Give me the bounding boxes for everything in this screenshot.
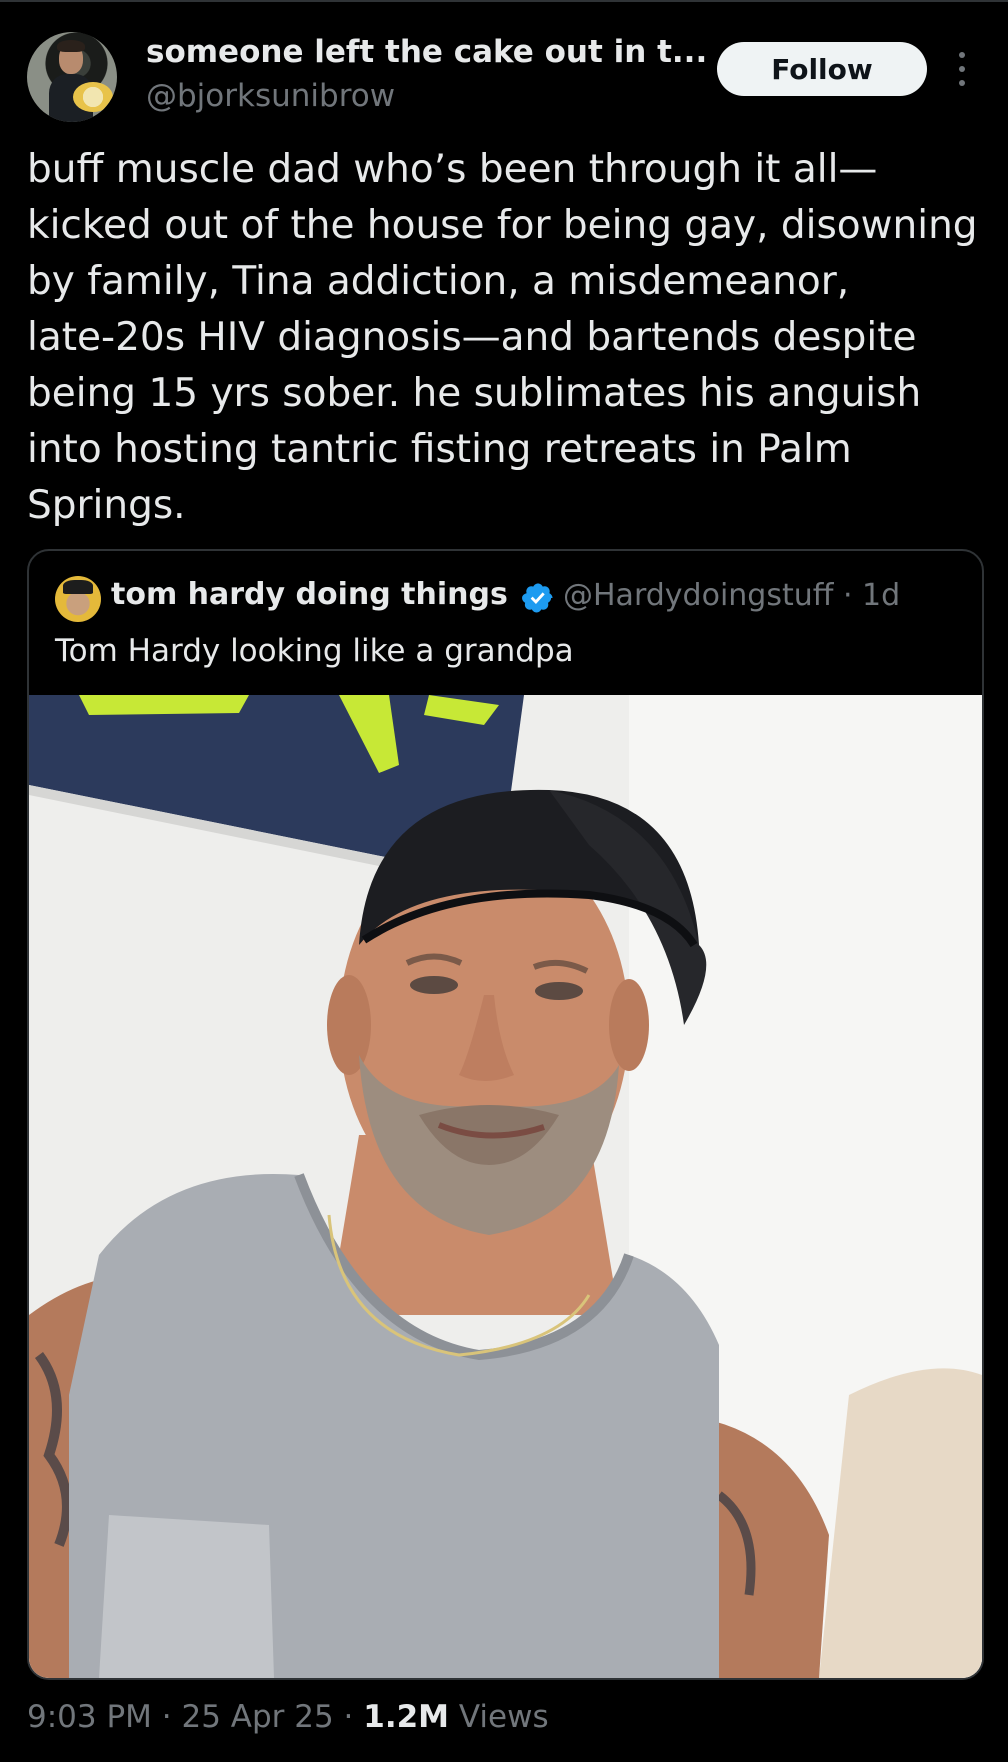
follow-button[interactable]: Follow [717, 42, 927, 96]
author-handle[interactable]: @bjorksunibrow [146, 78, 395, 114]
author-avatar[interactable] [27, 32, 117, 122]
quoted-author-avatar[interactable] [55, 576, 101, 622]
tweet-meta: 9:03 PM · 25 Apr 25 · 1.2M Views [27, 1699, 549, 1735]
quoted-tweet-photo[interactable] [29, 695, 982, 1678]
tweet-line: into hosting tantric fisting retreats in… [27, 427, 852, 472]
dot [959, 66, 965, 72]
quoted-author-handle-time[interactable]: @Hardydoingstuff · 1d [563, 578, 900, 613]
dot [959, 80, 965, 86]
tweet-line: Springs. [27, 483, 186, 528]
tweet-time-date[interactable]: 9:03 PM · 25 Apr 25 · [27, 1699, 363, 1735]
top-divider [0, 0, 1008, 2]
dot [959, 52, 965, 58]
photo-illustration [29, 695, 982, 1678]
quoted-tweet-text: Tom Hardy looking like a grandpa [55, 633, 574, 669]
views-count[interactable]: 1.2M [363, 1699, 449, 1735]
quoted-tweet-card[interactable]: tom hardy doing things @Hardydoingstuff … [27, 549, 984, 1680]
tweet-text: buff muscle dad who’s been through it al… [27, 142, 987, 534]
avatar-hair [57, 40, 85, 52]
tweet-line: being 15 yrs sober. he sublimates his an… [27, 371, 922, 416]
quoted-author-name[interactable]: tom hardy doing things [111, 577, 508, 612]
verified-badge-icon [522, 583, 553, 613]
views-label: Views [449, 1699, 549, 1735]
author-display-name[interactable]: someone left the cake out in t... [146, 34, 707, 70]
tweet-line: buff muscle dad who’s been through it al… [27, 147, 878, 192]
tweet-line: kicked out of the house for being gay, d… [27, 203, 978, 248]
avatar-flowers [73, 82, 113, 112]
tweet-line: by family, Tina addiction, a misdemeanor… [27, 259, 850, 304]
more-vertical-icon[interactable] [955, 52, 969, 86]
tweet-line: late-20s HIV diagnosis—and bartends desp… [27, 315, 917, 360]
